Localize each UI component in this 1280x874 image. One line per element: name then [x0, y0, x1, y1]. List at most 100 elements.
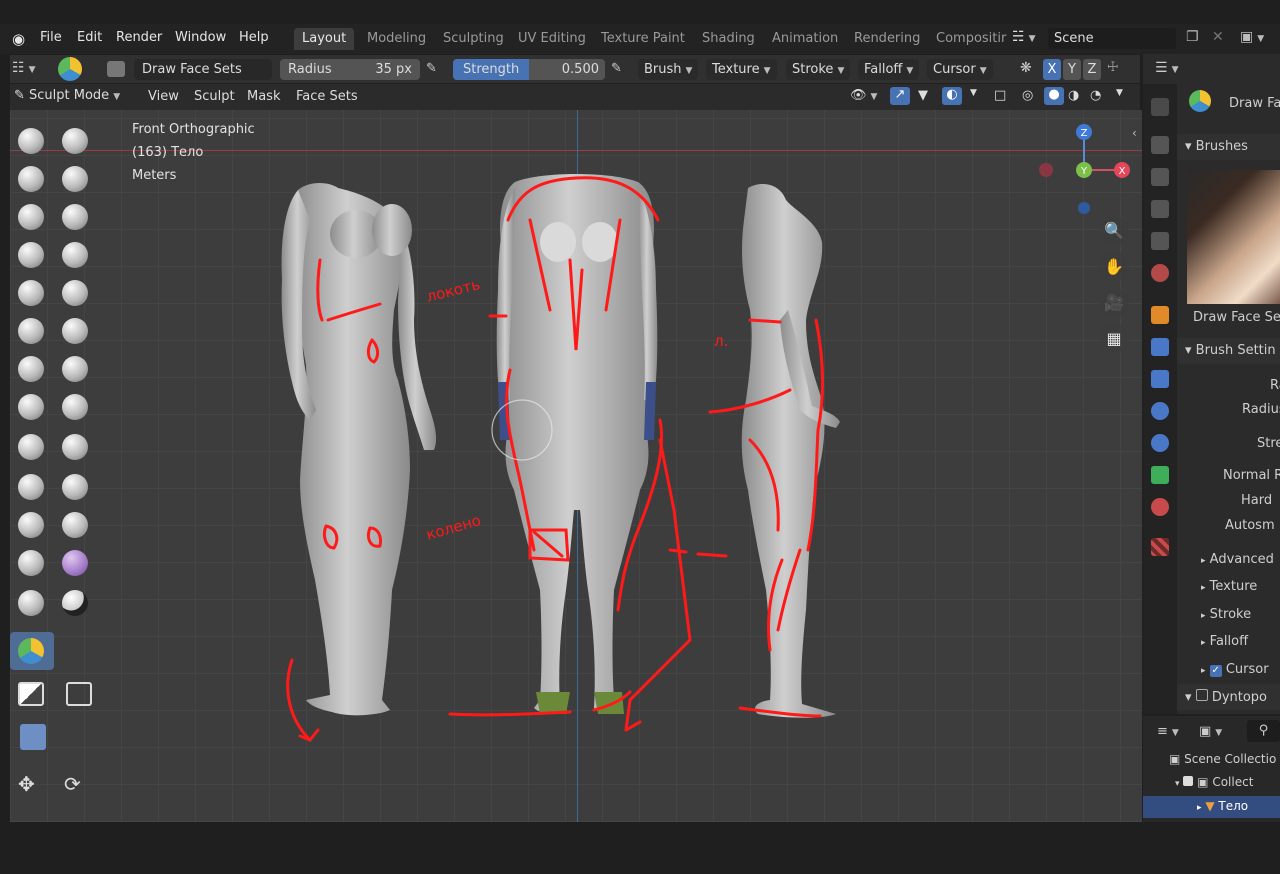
grab-brush-icon[interactable] — [60, 392, 90, 422]
modifier-tab-icon[interactable] — [1151, 338, 1169, 356]
material-tab-icon[interactable] — [1151, 498, 1169, 516]
blob-brush-icon[interactable] — [60, 240, 90, 270]
menu-mask[interactable]: Mask — [247, 89, 280, 104]
brush-settings-section-header[interactable]: ▾ Brush Settin — [1177, 338, 1280, 364]
camera-view-icon[interactable]: 🎥 — [1099, 288, 1129, 318]
tab-modeling[interactable]: Modeling — [359, 28, 434, 50]
multiplane-scrape-brush-icon[interactable] — [60, 354, 90, 384]
physics-tab-icon[interactable] — [1151, 402, 1169, 420]
strength-pressure-icon[interactable]: ✎ — [611, 61, 622, 76]
scene-collection-row[interactable]: ▣ Scene Collectio — [1169, 752, 1276, 766]
cursor-subpanel[interactable]: ▸ ✓ Cursor — [1201, 662, 1269, 677]
constraints-tab-icon[interactable] — [1151, 434, 1169, 452]
draw-face-sets-tool-active[interactable] — [10, 632, 54, 670]
ortho-grid-icon[interactable]: ▦ — [1099, 324, 1129, 354]
falloff-dropdown[interactable]: Falloff ▼ — [858, 59, 920, 80]
advanced-subpanel[interactable]: ▸ Advanced — [1201, 552, 1274, 567]
material-shading-icon[interactable]: ◑ — [1068, 88, 1079, 103]
gizmo-options-icon[interactable]: ▼ — [918, 88, 928, 103]
brush-preview-image[interactable] — [1187, 170, 1280, 304]
radius-slider[interactable]: Radius 35 px — [280, 59, 420, 80]
editor-type-icon[interactable]: ☷ ▼ — [12, 60, 35, 76]
scene-name-field[interactable]: Scene — [1048, 28, 1176, 49]
sidebar-toggle-icon[interactable]: ‹ — [1132, 126, 1137, 140]
menu-edit[interactable]: Edit — [77, 30, 102, 45]
trim-tool-icon[interactable] — [20, 724, 46, 750]
tab-compositing[interactable]: Compositir — [928, 28, 1014, 50]
wireframe-shading-icon[interactable]: ◎ — [1022, 88, 1033, 103]
dyntopo-section-header[interactable]: ▾ Dyntopo — [1177, 684, 1280, 710]
symmetry-icon[interactable]: ❋ — [1020, 60, 1032, 76]
clay-strips-brush-icon[interactable] — [60, 164, 90, 194]
rotate-brush-icon[interactable] — [60, 510, 90, 540]
world-tab-icon[interactable] — [1151, 264, 1169, 282]
slide-relax-brush-icon[interactable] — [16, 548, 46, 578]
scene-selector-icon[interactable]: ☵ ▼ — [1012, 29, 1035, 45]
navigation-gizmo[interactable]: Z Y X — [1034, 122, 1134, 222]
rotate-tool-icon[interactable]: ⟳ — [64, 772, 81, 796]
blender-logo-icon[interactable]: ◉ — [12, 30, 25, 48]
brush-name-field[interactable]: Draw Face Sets — [134, 59, 272, 80]
rendered-shading-icon[interactable]: ◔ — [1090, 88, 1101, 103]
pan-hand-icon[interactable]: ✋ — [1099, 252, 1129, 282]
strength-slider[interactable]: Strength 0.500 — [453, 59, 605, 80]
cursor-dropdown[interactable]: Cursor ▼ — [927, 59, 993, 80]
face-sets-brush-icon[interactable] — [58, 57, 82, 81]
stroke-subpanel[interactable]: ▸ Stroke — [1201, 607, 1251, 622]
mask-brush-icon[interactable] — [60, 588, 90, 618]
radius-pressure-icon[interactable]: ✎ — [426, 61, 437, 76]
solid-shading-icon[interactable]: ● — [1044, 87, 1064, 105]
brush-dropdown[interactable]: Brush ▼ — [638, 59, 699, 80]
outliner-filter-icon[interactable]: ▣ ▼ — [1199, 724, 1222, 739]
tab-uv-editing[interactable]: UV Editing — [510, 28, 594, 50]
symmetry-x-toggle[interactable]: X — [1043, 59, 1061, 80]
snake-hook-brush-icon[interactable] — [60, 432, 90, 462]
simplify-brush-icon[interactable] — [16, 588, 46, 618]
brush-datablock-icon[interactable] — [107, 61, 125, 77]
gizmo-toggle-icon[interactable]: ↗ — [890, 87, 910, 105]
properties-editor-type-icon[interactable]: ☰ ▼ — [1155, 60, 1178, 76]
lock-axis-icon[interactable]: ☩ — [1107, 60, 1119, 75]
stroke-dropdown[interactable]: Stroke ▼ — [786, 59, 851, 80]
copy-scene-icon[interactable]: ❐ — [1186, 29, 1199, 45]
texture-tab-icon[interactable] — [1151, 538, 1169, 556]
scene-tab-icon[interactable] — [1151, 232, 1169, 250]
nudge-brush-icon[interactable] — [16, 510, 46, 540]
symmetry-y-toggle[interactable]: Y — [1063, 59, 1081, 80]
pinch-brush-icon[interactable] — [16, 392, 46, 422]
overlay-options-icon[interactable]: ▼ — [970, 88, 977, 98]
outliner-display-mode-icon[interactable]: ≡ ▼ — [1157, 724, 1179, 739]
render-tab-icon[interactable] — [1151, 136, 1169, 154]
cursor-checkbox[interactable]: ✓ — [1209, 665, 1222, 677]
symmetry-z-toggle[interactable]: Z — [1083, 59, 1101, 80]
draw-brush-icon[interactable] — [16, 126, 46, 156]
menu-sculpt[interactable]: Sculpt — [194, 89, 235, 104]
object-row-telo[interactable]: ▸ ▼ Тело — [1143, 796, 1280, 818]
elastic-deform-brush-icon[interactable] — [16, 432, 46, 462]
menu-view[interactable]: View — [148, 89, 179, 104]
tab-texture-paint[interactable]: Texture Paint — [593, 28, 693, 50]
tab-animation[interactable]: Animation — [764, 28, 846, 50]
collection-checkbox[interactable] — [1183, 776, 1194, 786]
tab-sculpting[interactable]: Sculpting — [435, 28, 512, 50]
layer-brush-icon[interactable] — [60, 202, 90, 232]
draw-sharp-brush-icon[interactable] — [60, 126, 90, 156]
menu-file[interactable]: File — [40, 30, 62, 45]
tab-rendering[interactable]: Rendering — [846, 28, 928, 50]
outliner-search-icon[interactable]: ⚲ — [1247, 720, 1280, 742]
menu-window[interactable]: Window — [175, 30, 226, 45]
fill-brush-icon[interactable] — [60, 316, 90, 346]
scrape-brush-icon[interactable] — [16, 354, 46, 384]
dyntopo-checkbox[interactable] — [1195, 689, 1208, 701]
texture-subpanel[interactable]: ▸ Texture — [1201, 579, 1257, 594]
3d-viewport[interactable]: Front Orthographic (163) Тело Meters лок… — [10, 110, 1142, 822]
visibility-icon[interactable]: 👁 ▼ — [850, 88, 877, 103]
output-tab-icon[interactable] — [1151, 168, 1169, 186]
tab-layout[interactable]: Layout — [294, 28, 355, 50]
view-layer-tab-icon[interactable] — [1151, 200, 1169, 218]
object-tab-icon[interactable] — [1151, 306, 1169, 324]
data-tab-icon[interactable] — [1151, 466, 1169, 484]
sculpt-mode-dropdown[interactable]: ✎ Sculpt Mode ▼ — [14, 88, 120, 103]
particles-tab-icon[interactable] — [1151, 370, 1169, 388]
overlay-toggle-icon[interactable]: ◐ — [942, 87, 962, 105]
